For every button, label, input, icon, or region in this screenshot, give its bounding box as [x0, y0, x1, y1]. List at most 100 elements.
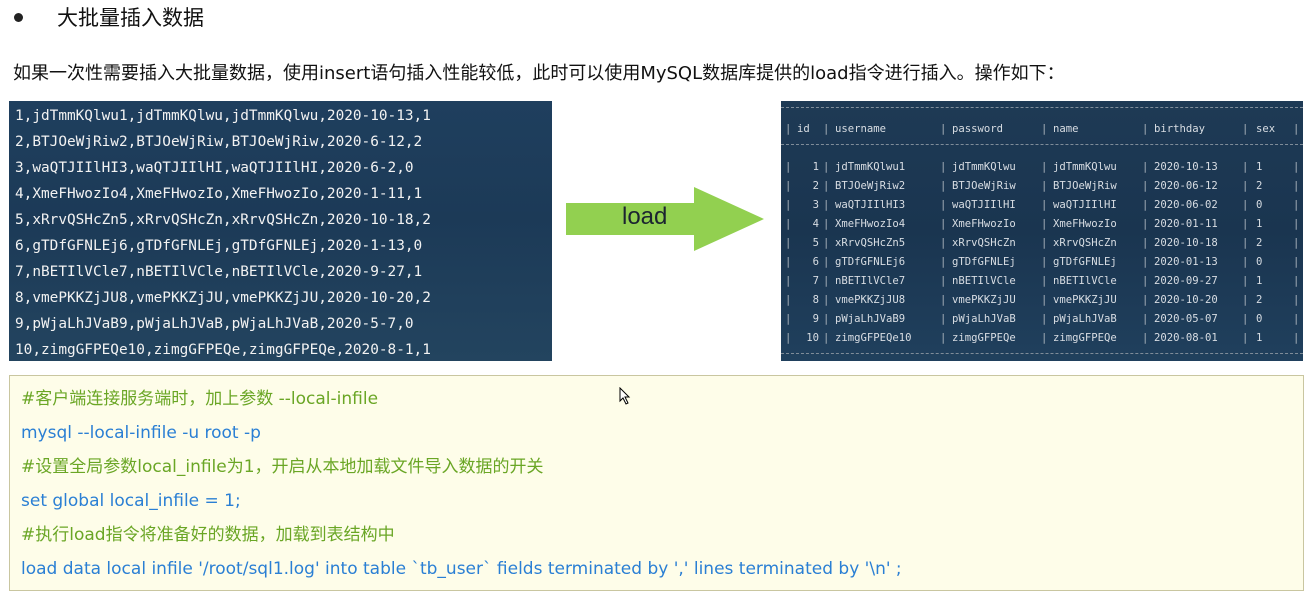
column-separator: | — [823, 161, 830, 173]
column-separator: | — [785, 161, 792, 173]
table-cell: 1 — [1256, 161, 1263, 173]
table-cell: 2020-09-27 — [1154, 275, 1218, 287]
table-cell: vmePKKZjJU8 — [835, 294, 906, 306]
code-command-line: load data local infile '/root/sql1.log' … — [21, 559, 902, 579]
column-separator: | — [940, 218, 947, 230]
table-cell: XmeFHwozIo — [952, 218, 1016, 230]
table-cell: xRrvQSHcZn5 — [835, 237, 906, 249]
column-header: username — [835, 123, 887, 135]
column-separator: | — [823, 294, 830, 306]
bullet-icon — [14, 13, 23, 22]
table-cell: xRrvQSHcZn — [952, 237, 1016, 249]
table-cell: 1 — [1256, 218, 1263, 230]
column-separator: | — [1041, 256, 1048, 268]
table-cell: 2020-05-07 — [1154, 313, 1218, 325]
table-cell: 2020-06-02 — [1154, 199, 1218, 211]
column-separator: | — [1041, 180, 1048, 192]
column-separator: | — [940, 161, 947, 173]
source-line: 6,gTDfGFNLEj6,gTDfGFNLEj,gTDfGFNLEj,2020… — [15, 238, 423, 254]
column-separator: | — [823, 256, 830, 268]
column-separator: | — [940, 313, 947, 325]
table-cell: pWjaLhJVaB — [1053, 313, 1117, 325]
table-cell: 8 — [812, 294, 819, 306]
result-table: | id | username | password | name | birt… — [781, 101, 1303, 361]
column-separator: | — [785, 313, 792, 325]
table-cell: 5 — [812, 237, 819, 249]
table-row: | | | | | | | 1 jdTmmKQlwu1 jdTmmKQlwu jdTmmKQlwu 2… — [781, 158, 1303, 176]
code-comment-line: #客户端连接服务端时，加上参数 --local-infile — [21, 389, 379, 409]
column-separator: | — [1242, 180, 1249, 192]
column-separator: | — [1293, 123, 1300, 135]
column-separator: | — [1293, 180, 1300, 192]
column-separator: | — [1041, 237, 1048, 249]
table-row: | | | | | | | 4 XmeFHwozIo4 XmeFHwozIo XmeFHwozIo 2… — [781, 215, 1303, 233]
table-cell: waQTJIIlHI — [1053, 199, 1117, 211]
table-cell: zimgGFPEQe — [1053, 332, 1117, 344]
table-cell: XmeFHwozIo4 — [835, 218, 906, 230]
table-cell: zimgGFPEQe10 — [835, 332, 912, 344]
table-cell: pWjaLhJVaB9 — [835, 313, 906, 325]
column-separator: | — [1293, 332, 1300, 344]
table-border — [781, 353, 1303, 354]
column-separator: | — [1041, 123, 1048, 135]
column-header: id — [797, 123, 810, 135]
column-separator: | — [1142, 275, 1149, 287]
table-cell: 9 — [812, 313, 819, 325]
table-cell: BTJOeWjRiw — [1053, 180, 1117, 192]
column-separator: | — [823, 180, 830, 192]
column-separator: | — [1041, 313, 1048, 325]
column-separator: | — [940, 123, 947, 135]
column-separator: | — [940, 332, 947, 344]
column-separator: | — [1142, 332, 1149, 344]
section-heading: 大批量插入数据 — [57, 6, 204, 30]
column-separator: | — [823, 237, 830, 249]
table-cell: vmePKKZjJU — [952, 294, 1016, 306]
column-header: password — [952, 123, 1004, 135]
table-header-row: | id | username | password | name | birt… — [781, 120, 1303, 138]
table-row: | | | | | | | 9 pWjaLhJVaB9 pWjaLhJVaB pWjaLhJVaB 2… — [781, 310, 1303, 328]
source-line: 9,pWjaLhJVaB9,pWjaLhJVaB,pWjaLhJVaB,2020… — [15, 316, 414, 332]
arrow-label: load — [622, 203, 668, 230]
table-cell: nBETIlVCle — [1053, 275, 1117, 287]
column-separator: | — [785, 180, 792, 192]
table-cell: jdTmmKQlwu1 — [835, 161, 906, 173]
column-separator: | — [1142, 180, 1149, 192]
column-separator: | — [1242, 123, 1249, 135]
column-separator: | — [823, 218, 830, 230]
table-cell: 7 — [812, 275, 819, 287]
column-separator: | — [785, 332, 792, 344]
table-cell: XmeFHwozIo — [1053, 218, 1117, 230]
source-line: 2,BTJOeWjRiw2,BTJOeWjRiw,BTJOeWjRiw,2020… — [15, 134, 423, 150]
table-cell: 0 — [1256, 199, 1263, 211]
column-separator: | — [1293, 199, 1300, 211]
column-separator: | — [823, 332, 830, 344]
table-cell: 2020-10-20 — [1154, 294, 1218, 306]
column-separator: | — [1242, 256, 1249, 268]
table-cell: waQTJIIlHI3 — [835, 199, 906, 211]
table-cell: 2020-08-01 — [1154, 332, 1218, 344]
table-row: | | | | | | | 2 BTJOeWjRiw2 BTJOeWjRiw BTJOeWjRiw 2… — [781, 177, 1303, 195]
table-cell: jdTmmKQlwu — [952, 161, 1016, 173]
column-separator: | — [1142, 161, 1149, 173]
table-cell: 1 — [1256, 275, 1263, 287]
table-cell: 3 — [812, 199, 819, 211]
column-separator: | — [1142, 313, 1149, 325]
column-separator: | — [1242, 332, 1249, 344]
source-line: 4,XmeFHwozIo4,XmeFHwozIo,XmeFHwozIo,2020… — [15, 186, 423, 202]
column-separator: | — [785, 256, 792, 268]
code-command-line: set global local_infile = 1; — [21, 491, 241, 511]
table-cell: waQTJIIlHI — [952, 199, 1016, 211]
table-row: | | | | | | | 7 nBETIlVCle7 nBETIlVCle nBETIlVCle 2… — [781, 272, 1303, 290]
column-separator: | — [1293, 237, 1300, 249]
column-separator: | — [1293, 218, 1300, 230]
table-cell: 2020-10-13 — [1154, 161, 1218, 173]
column-separator: | — [1142, 199, 1149, 211]
source-line: 10,zimgGFPEQe10,zimgGFPEQe,zimgGFPEQe,20… — [15, 342, 431, 358]
column-separator: | — [1293, 313, 1300, 325]
table-cell: 2 — [1256, 180, 1263, 192]
column-separator: | — [1142, 237, 1149, 249]
source-line: 5,xRrvQSHcZn5,xRrvQSHcZn,xRrvQSHcZn,2020… — [15, 212, 431, 228]
column-separator: | — [785, 218, 792, 230]
column-separator: | — [940, 275, 947, 287]
table-cell: 1 — [812, 161, 819, 173]
